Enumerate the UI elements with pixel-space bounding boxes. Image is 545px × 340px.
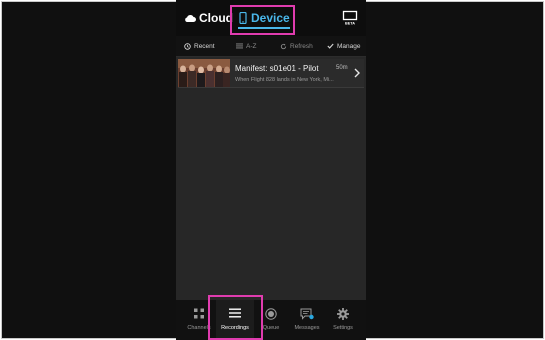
nav-channels[interactable]: Channels	[180, 300, 218, 340]
recording-description: When Flight 828 lands in New York, Mi...	[235, 77, 334, 83]
gear-icon	[337, 308, 349, 320]
chevron-right-icon	[354, 68, 360, 78]
manage-label: Manage	[337, 42, 361, 50]
record-icon	[265, 308, 277, 320]
manage-button[interactable]: Manage	[327, 36, 361, 56]
nav-messages[interactable]: Messages	[288, 300, 326, 340]
nav-channels-label: Channels	[187, 325, 211, 331]
filter-recent-button[interactable]: Recent	[184, 36, 215, 56]
cast-beta-badge: BETA	[345, 22, 355, 26]
refresh-button[interactable]: Refresh	[280, 36, 313, 56]
nav-settings[interactable]: Settings	[324, 300, 362, 340]
clock-icon	[184, 42, 191, 50]
recording-thumbnail	[178, 59, 230, 87]
list-icon	[236, 43, 243, 49]
nav-messages-label: Messages	[294, 325, 320, 331]
filter-recent-label: Recent	[194, 42, 215, 50]
refresh-label: Refresh	[290, 42, 313, 50]
nav-recordings[interactable]: Recordings	[216, 300, 254, 340]
top-header: Cloud Device BETA	[176, 0, 366, 36]
grid-icon	[194, 308, 204, 319]
tab-device-label: Device	[251, 11, 290, 25]
phone-icon	[239, 12, 247, 24]
recording-title: Manifest: s01e01 - Pilot	[235, 64, 319, 73]
menu-lines-icon	[229, 308, 241, 318]
app-window: Cloud Device BETA Recent A-Z Refresh Man…	[176, 0, 366, 340]
filter-az-label: A-Z	[246, 42, 257, 50]
check-icon	[327, 43, 334, 49]
recording-list-item[interactable]: Manifest: s01e01 - Pilot 50m When Flight…	[178, 59, 364, 88]
notification-dot	[309, 314, 314, 320]
filter-bar: Recent A-Z Refresh Manage	[176, 36, 366, 57]
recording-duration: 50m	[336, 65, 348, 71]
thumbnail-image	[178, 59, 230, 87]
cast-button[interactable]: BETA	[342, 10, 358, 26]
cloud-icon	[185, 15, 196, 22]
message-icon	[300, 308, 314, 320]
refresh-icon	[280, 43, 287, 49]
cast-icon: BETA	[342, 10, 358, 26]
tab-cloud[interactable]: Cloud	[184, 10, 233, 26]
bottom-nav: Channels Recordings Queue Messages Setti…	[176, 300, 366, 340]
filter-az-button[interactable]: A-Z	[236, 36, 256, 56]
nav-settings-label: Settings	[333, 325, 353, 331]
tab-device[interactable]: Device	[239, 9, 290, 27]
nav-recordings-label: Recordings	[221, 325, 249, 331]
nav-queue[interactable]: Queue	[252, 300, 290, 340]
active-tab-indicator	[238, 27, 290, 29]
nav-queue-label: Queue	[262, 325, 280, 331]
tab-cloud-label: Cloud	[199, 11, 233, 25]
